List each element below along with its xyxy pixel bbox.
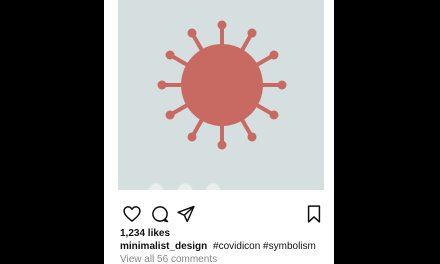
carousel-dot[interactable] [148, 183, 164, 190]
virus-spike-tip [269, 50, 279, 60]
stage: 1,234 likes minimalist_design #covidicon… [0, 0, 440, 264]
virus-spike-tip [165, 110, 175, 120]
caption-text: #covidicon #symbolism [213, 241, 316, 252]
virus-spike [169, 102, 191, 116]
virus-spike-tip [217, 140, 227, 150]
virus-spike [239, 116, 253, 138]
virus-spike [191, 116, 205, 138]
virus-spike-tip [187, 28, 197, 38]
post-image[interactable] [118, 0, 324, 190]
virus-spike-tip [277, 80, 287, 90]
carousel-dot[interactable] [177, 183, 193, 190]
virus-spike-tip [217, 20, 227, 30]
virus-icon [157, 20, 287, 150]
virus-spike-tip [165, 50, 175, 60]
share-icon[interactable] [176, 204, 196, 224]
comment-icon[interactable] [150, 204, 170, 224]
carousel-indicator [118, 183, 238, 190]
carousel-dot[interactable] [205, 183, 221, 190]
heart-icon[interactable] [122, 204, 142, 224]
virus-spike-tip [247, 132, 257, 142]
view-comments-link[interactable]: View all 56 comments [120, 254, 217, 264]
virus-body [181, 44, 263, 126]
virus-spike [191, 32, 205, 54]
virus-spike-tip [157, 80, 167, 90]
virus-spike-tip [269, 110, 279, 120]
virus-spike [169, 54, 191, 68]
virus-spike [239, 32, 253, 54]
likes-count[interactable]: 1,234 likes [120, 228, 170, 239]
username-link[interactable]: minimalist_design [120, 241, 207, 252]
virus-spike-tip [187, 132, 197, 142]
virus-spike [253, 54, 275, 68]
post-caption: minimalist_design #covidicon #symbolism [120, 241, 316, 252]
virus-spike-tip [247, 28, 257, 38]
instagram-post-card: 1,234 likes minimalist_design #covidicon… [104, 0, 334, 264]
virus-spike [253, 102, 275, 116]
bookmark-icon[interactable] [304, 204, 324, 224]
post-actions [118, 204, 324, 226]
